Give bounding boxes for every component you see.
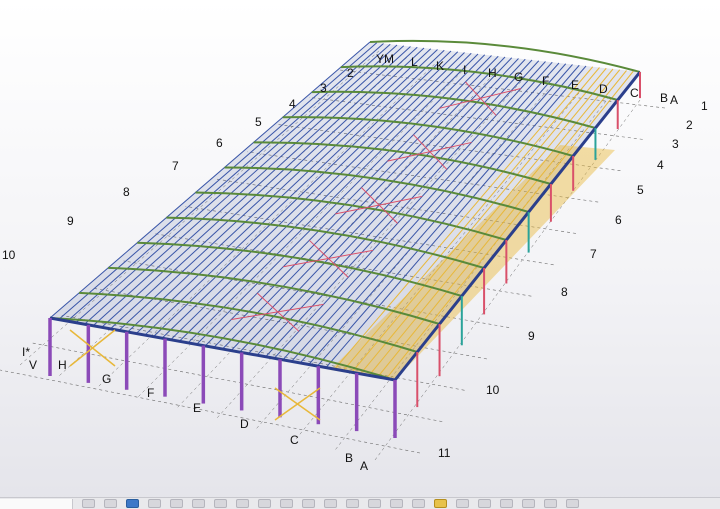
edit-icon[interactable] — [192, 499, 205, 508]
layer-icon[interactable] — [434, 499, 447, 508]
circle-icon[interactable] — [214, 499, 227, 508]
layer-icon[interactable] — [478, 499, 491, 508]
grid-label-right: 5 — [637, 183, 644, 197]
grid-label-left: 5 — [255, 115, 262, 129]
grid-label-far: C — [630, 86, 639, 100]
grid-label-right: 7 — [590, 247, 597, 261]
grid-label-far: B — [660, 91, 668, 105]
grid-label-near: B — [345, 451, 353, 465]
grid-icon[interactable] — [148, 499, 161, 508]
pointer-icon[interactable] — [302, 499, 315, 508]
layer-icon[interactable] — [544, 499, 557, 508]
grid-label-far: K — [436, 59, 444, 73]
grid-label-near: A — [360, 459, 368, 473]
grid-label-right: 9 — [528, 329, 535, 343]
bottom-toolbar — [0, 497, 720, 509]
grid-label-far: L — [411, 55, 418, 69]
grid-label-right: 3 — [672, 137, 679, 151]
grid-label-right: 4 — [657, 158, 664, 172]
model-3d-viewport[interactable]: A B C D E F G H V I* YM L K I H G F E D … — [0, 0, 720, 497]
pointer-icon[interactable] — [104, 499, 117, 508]
grid-label-far: YM — [376, 52, 394, 66]
grid-label-right: 10 — [486, 383, 500, 397]
grid-label-far: D — [599, 82, 608, 96]
grid-label-near: F — [147, 386, 154, 400]
grid-label-near: I* — [22, 345, 30, 359]
grid-label-far: F — [542, 74, 549, 88]
grid-label-left: 2 — [347, 66, 354, 80]
steel-structure-model[interactable]: A B C D E F G H V I* YM L K I H G F E D … — [0, 0, 720, 497]
copy-icon[interactable] — [236, 499, 249, 508]
select-icon[interactable] — [126, 499, 139, 508]
grid-label-far: E — [571, 78, 579, 92]
grid-label-left: 7 — [172, 159, 179, 173]
toolbar-input-field[interactable] — [0, 498, 73, 509]
grid-label-right: 2 — [686, 118, 693, 132]
save-icon[interactable] — [324, 499, 337, 508]
grid-label-near: D — [240, 417, 249, 431]
grid-label-near: H — [58, 358, 67, 372]
grid-label-far: G — [514, 70, 523, 84]
pointer-icon[interactable] — [390, 499, 403, 508]
pointer-icon[interactable] — [412, 499, 425, 508]
grid-label-right: 6 — [615, 213, 622, 227]
pointer-icon[interactable] — [368, 499, 381, 508]
grid-label-right: 11 — [438, 446, 451, 460]
pointer-icon[interactable] — [346, 499, 359, 508]
layer-icon[interactable] — [522, 499, 535, 508]
pointer-icon[interactable] — [280, 499, 293, 508]
grid-label-left: 9 — [67, 214, 74, 228]
grid-label-left: 10 — [2, 248, 16, 262]
layer-icon[interactable] — [566, 499, 579, 508]
grid-label-left: 8 — [123, 185, 130, 199]
pointer-icon[interactable] — [82, 499, 95, 508]
grid-label-near: C — [290, 433, 299, 447]
grid-label-near: E — [193, 401, 201, 415]
copy-icon[interactable] — [258, 499, 271, 508]
layer-icon[interactable] — [456, 499, 469, 508]
grid-label-far: I — [463, 63, 466, 77]
grid-label-right: 1 — [701, 99, 708, 113]
grid-label-near: V — [29, 358, 37, 372]
link-icon[interactable] — [170, 499, 183, 508]
layer-icon[interactable] — [500, 499, 513, 508]
grid-label-right: 8 — [561, 285, 568, 299]
grid-label-left: 3 — [320, 81, 327, 95]
grid-label-far: A — [670, 93, 678, 107]
grid-label-near: G — [102, 372, 111, 386]
grid-label-far: H — [488, 66, 497, 80]
grid-label-left: 4 — [289, 97, 296, 111]
grid-label-left: 6 — [216, 136, 223, 150]
